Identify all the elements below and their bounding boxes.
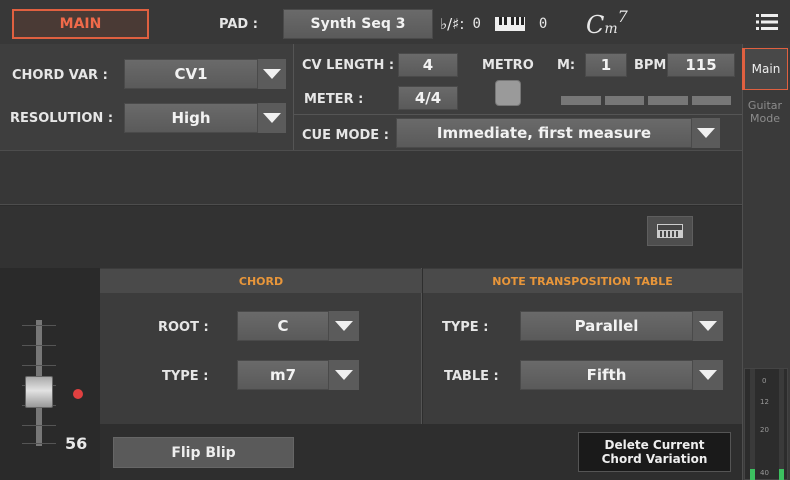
meter-field[interactable]: 4/4 xyxy=(398,86,458,110)
fader-led xyxy=(73,389,83,399)
flat-sharp-value: 0 xyxy=(472,16,481,32)
measure-label: M: xyxy=(557,58,576,73)
bpm-value: 115 xyxy=(685,56,717,74)
delete-chord-variation-button[interactable]: Delete Current Chord Variation xyxy=(578,432,731,472)
tab-main[interactable]: MAIN xyxy=(12,9,149,39)
resolution-dropdown[interactable]: High xyxy=(124,103,258,133)
meter-value: 4/4 xyxy=(414,89,442,107)
beat-led-4 xyxy=(691,96,731,105)
chord-type-dropdown[interactable]: m7 xyxy=(237,360,329,390)
nt-table-value: Fifth xyxy=(586,366,627,384)
delete-cv-line1: Delete Current xyxy=(604,438,705,452)
cue-mode-label: CUE MODE : xyxy=(302,128,389,143)
tab-side-main-label: Main xyxy=(751,62,781,76)
nt-type-dropdown[interactable]: Parallel xyxy=(520,311,693,341)
metro-label: METRO xyxy=(482,58,534,73)
cv-length-value: 4 xyxy=(422,56,434,74)
keyboard-band xyxy=(0,206,742,268)
menu-icon[interactable] xyxy=(756,13,778,31)
keyboard-transpose-value: 0 xyxy=(538,16,548,32)
nt-type-value: Parallel xyxy=(574,317,639,335)
flip-blip-label: Flip Blip xyxy=(171,444,236,461)
keyboard-input-icon[interactable] xyxy=(647,216,693,246)
pad-label: PAD : xyxy=(219,17,258,32)
fader-value: 56 xyxy=(65,434,88,453)
meter-bar-right xyxy=(779,469,784,480)
pad-selector[interactable]: Synth Seq 3 xyxy=(283,9,433,39)
meter-scale-40: 40 xyxy=(760,469,769,477)
meter-scale-0: 0 xyxy=(762,377,767,385)
root-value: C xyxy=(277,317,289,335)
meter-bar-left xyxy=(750,469,755,480)
cv-length-label: CV LENGTH : xyxy=(302,58,395,73)
meter-scale-20: 20 xyxy=(760,426,769,434)
divider-v1 xyxy=(293,44,294,150)
beat-led-3 xyxy=(648,96,688,105)
tab-side-guitar[interactable]: Guitar Mode xyxy=(742,92,788,132)
nt-type-arrow-icon[interactable] xyxy=(693,311,723,341)
measure-value: 1 xyxy=(600,56,612,74)
nt-table-dropdown[interactable]: Fifth xyxy=(520,360,693,390)
measure-field: 1 xyxy=(585,53,627,77)
beat-led-2 xyxy=(604,96,644,105)
divider-h-cue xyxy=(293,114,742,115)
root-arrow-icon[interactable] xyxy=(329,311,359,341)
transpose-readout[interactable]: ♭/♯: 0 0 xyxy=(440,10,560,38)
meter-scale-12: 12 xyxy=(760,398,769,406)
meter-label: METER : xyxy=(304,92,364,107)
chord-var-dropdown[interactable]: CV1 xyxy=(124,59,258,89)
note-table-header-text: NOTE TRANSPOSITION TABLE xyxy=(492,274,673,288)
note-table-header: NOTE TRANSPOSITION TABLE xyxy=(423,269,742,293)
keyboard-icon xyxy=(494,17,525,31)
flip-blip-button[interactable]: Flip Blip xyxy=(113,437,294,468)
fader-knob[interactable] xyxy=(25,376,53,408)
cv-length-field[interactable]: 4 xyxy=(398,53,458,77)
level-meter: 0 12 20 40 xyxy=(744,368,788,480)
chord-var-label: CHORD VAR : xyxy=(12,68,108,83)
event-band xyxy=(0,150,742,205)
metro-toggle[interactable] xyxy=(495,80,521,106)
chord-header-text: CHORD xyxy=(238,274,284,288)
beat-led-1 xyxy=(561,96,601,105)
bpm-field[interactable]: 115 xyxy=(667,53,735,77)
cue-mode-value: Immediate, first measure xyxy=(436,124,652,142)
tab-side-guitar-label: Guitar Mode xyxy=(747,99,783,125)
chord-var-value: CV1 xyxy=(174,65,208,83)
tab-side-main[interactable]: Main xyxy=(742,48,788,90)
resolution-arrow-icon[interactable] xyxy=(258,103,286,133)
nt-table-label: TABLE : xyxy=(444,369,499,384)
resolution-label: RESOLUTION : xyxy=(10,111,114,126)
cue-mode-arrow-icon[interactable] xyxy=(692,118,720,148)
pad-value: Synth Seq 3 xyxy=(310,16,406,32)
chord-type-arrow-icon[interactable] xyxy=(329,360,359,390)
cue-mode-dropdown[interactable]: Immediate, first measure xyxy=(396,118,692,148)
tab-main-label: MAIN xyxy=(59,16,102,32)
chord-suffix-7: 7 xyxy=(617,7,628,26)
root-label: ROOT : xyxy=(158,320,209,335)
chord-var-arrow-icon[interactable] xyxy=(258,59,286,89)
flat-sharp-label: ♭/♯: xyxy=(440,15,465,33)
chord-display: C m 7 xyxy=(586,5,628,39)
chord-type-label: TYPE : xyxy=(162,369,209,384)
resolution-value: High xyxy=(171,109,211,127)
chord-type-value: m7 xyxy=(269,366,297,384)
beat-indicator xyxy=(561,96,731,105)
nt-table-arrow-icon[interactable] xyxy=(693,360,723,390)
delete-cv-line2: Chord Variation xyxy=(601,452,708,466)
chord-root-text: C xyxy=(586,11,605,39)
chord-suffix-m: m xyxy=(604,21,618,37)
root-dropdown[interactable]: C xyxy=(237,311,329,341)
nt-type-label: TYPE : xyxy=(442,320,489,335)
chord-header: CHORD xyxy=(100,269,422,293)
